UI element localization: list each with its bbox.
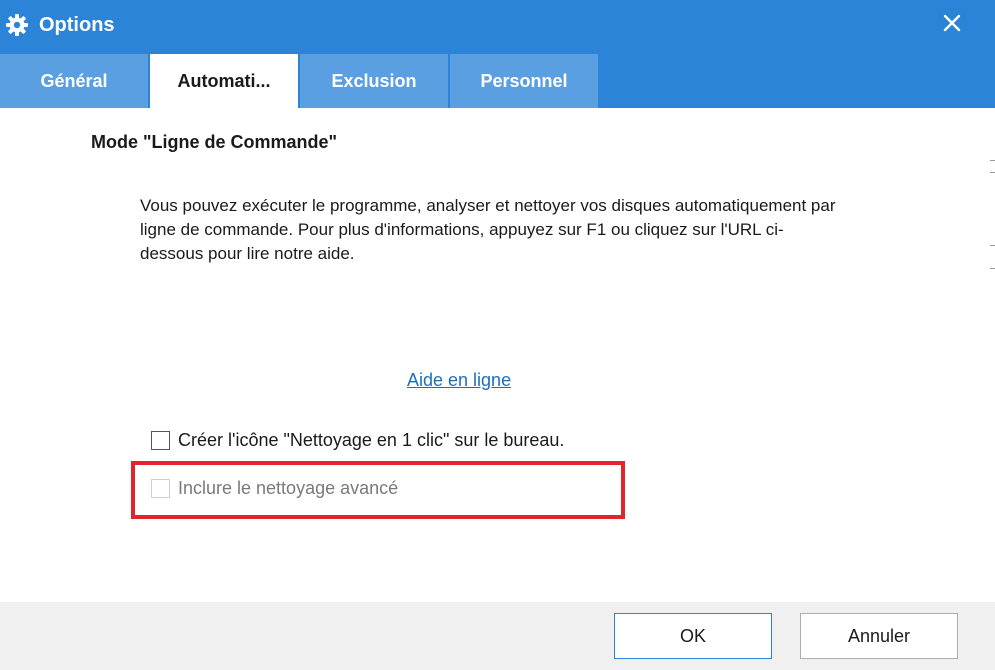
advanced-cleaning-checkbox[interactable] xyxy=(151,478,170,498)
create-shortcut-label: Créer l'icône "Nettoyage en 1 clic" sur … xyxy=(178,430,565,450)
tab-bar: Général Automati... Exclusion Personnel xyxy=(0,54,600,108)
options-dialog: Options Général Automati... Exclusion Pe… xyxy=(0,0,995,670)
create-shortcut-checkbox[interactable] xyxy=(151,430,170,450)
create-shortcut-option[interactable]: Créer l'icône "Nettoyage en 1 clic" sur … xyxy=(151,429,564,451)
section-title: Mode "Ligne de Commande" xyxy=(91,132,338,152)
background-divider xyxy=(990,160,995,161)
gear-icon xyxy=(5,13,29,37)
description-text: Vous pouvez exécuter le programme, analy… xyxy=(140,196,836,263)
background-divider xyxy=(990,172,995,173)
title-bar: Options Général Automati... Exclusion Pe… xyxy=(0,0,995,108)
background-window-edge xyxy=(975,108,995,602)
tab-automation[interactable]: Automati... xyxy=(150,54,298,108)
close-button[interactable] xyxy=(930,5,974,45)
ok-button[interactable]: OK xyxy=(614,613,772,659)
tab-personal[interactable]: Personnel xyxy=(450,54,598,108)
close-icon xyxy=(943,14,961,37)
background-divider xyxy=(990,245,995,246)
advanced-cleaning-option[interactable]: Inclure le nettoyage avancé xyxy=(151,477,398,499)
tab-label: Général xyxy=(40,70,108,91)
dialog-title: Options xyxy=(39,14,115,36)
tab-label: Personnel xyxy=(480,70,568,91)
background-divider xyxy=(990,268,995,269)
advanced-cleaning-label: Inclure le nettoyage avancé xyxy=(178,478,399,498)
online-help-link[interactable]: Aide en ligne xyxy=(407,369,511,391)
tab-label: Automati... xyxy=(177,70,271,91)
tab-exclusion[interactable]: Exclusion xyxy=(300,54,448,108)
tab-general[interactable]: Général xyxy=(0,54,148,108)
cancel-button[interactable]: Annuler xyxy=(800,613,958,659)
tab-label: Exclusion xyxy=(331,70,417,91)
